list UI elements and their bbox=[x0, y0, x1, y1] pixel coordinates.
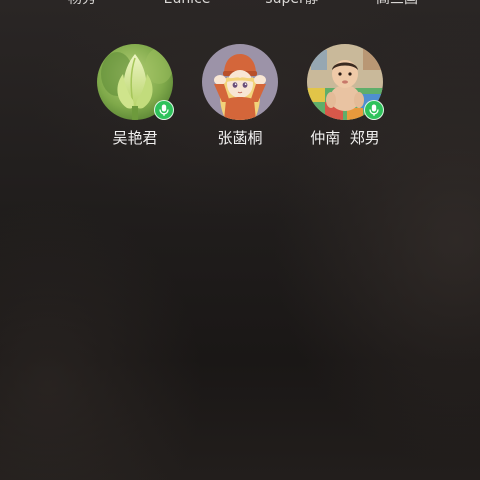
participant-name-top-1: 杨秀 bbox=[32, 0, 132, 8]
microphone-icon bbox=[159, 104, 169, 116]
participant-name: 张菡桐 bbox=[217, 129, 263, 147]
top-participant-row: 杨秀 Eunice super静 高三国 bbox=[0, 0, 480, 10]
participant-name: 仲南 郑男 bbox=[310, 129, 380, 147]
cartoon-girl-illustration-icon bbox=[202, 44, 278, 120]
participant-tile-2[interactable]: 张菡桐 bbox=[185, 44, 295, 154]
participant-name-top-3: super静 bbox=[242, 0, 342, 8]
participant-name-top-2: Eunice bbox=[137, 0, 237, 8]
participant-name-top-4: 高三国 bbox=[347, 0, 447, 8]
avatar[interactable] bbox=[202, 44, 278, 120]
mic-on-badge bbox=[154, 100, 174, 120]
mic-on-badge bbox=[364, 100, 384, 120]
participant-tile-1[interactable]: 吴艳君 bbox=[80, 44, 190, 154]
microphone-icon bbox=[369, 104, 379, 116]
participant-tile-3[interactable]: 仲南 郑男 bbox=[290, 44, 400, 154]
participant-name: 吴艳君 bbox=[112, 129, 158, 147]
